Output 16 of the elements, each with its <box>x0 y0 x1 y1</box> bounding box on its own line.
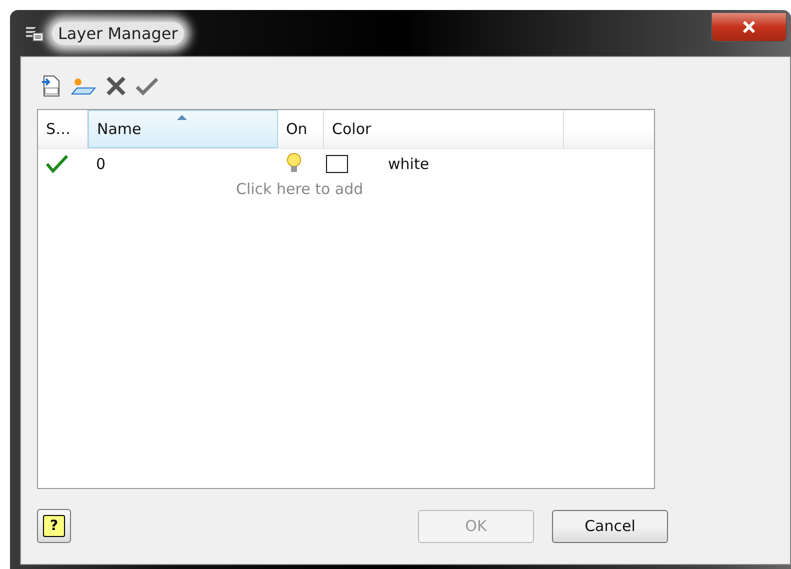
window-title: Layer Manager <box>52 22 184 44</box>
column-header[interactable]: Name <box>88 110 278 148</box>
add-row-hint[interactable]: Click here to add <box>236 180 362 198</box>
close-icon[interactable] <box>742 21 756 33</box>
table-cell: white <box>388 155 430 173</box>
cancel-button[interactable]: Cancel <box>552 510 668 542</box>
delete-icon[interactable] <box>105 75 127 97</box>
help-button[interactable]: ? <box>43 515 65 537</box>
table-cell-text: 0 <box>95 155 107 173</box>
column-header[interactable]: Color <box>324 110 564 148</box>
new-layer-icon[interactable] <box>71 76 97 96</box>
color-swatch[interactable] <box>326 155 348 173</box>
sort-arrow-icon <box>177 115 187 120</box>
column-header[interactable]: On <box>278 110 324 148</box>
check-icon[interactable] <box>135 76 159 96</box>
close-button[interactable] <box>711 12 787 42</box>
